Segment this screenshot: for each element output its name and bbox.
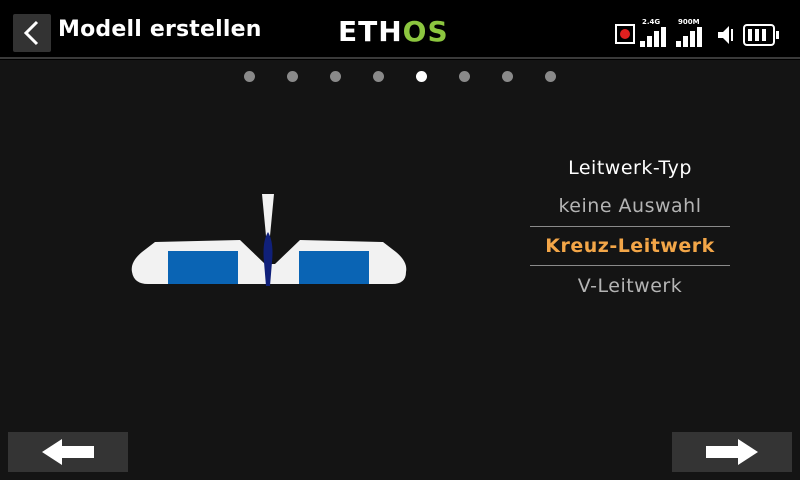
left-elevator <box>168 251 238 284</box>
step-dot-2[interactable] <box>287 71 298 82</box>
step-dot-7[interactable] <box>502 71 513 82</box>
logo-text-right: OS <box>402 15 449 48</box>
vertical-fin <box>262 194 274 236</box>
signal-900m-icon <box>676 27 702 47</box>
logo-text-left: ETH <box>338 15 403 48</box>
record-icon <box>615 24 635 44</box>
ethos-logo: ETHOS <box>338 15 449 48</box>
next-button[interactable] <box>672 432 792 472</box>
battery-icon <box>743 24 779 46</box>
arrow-right-icon <box>706 439 758 465</box>
chevron-left-icon <box>23 20 39 46</box>
step-dot-6[interactable] <box>459 71 470 82</box>
step-dot-1[interactable] <box>244 71 255 82</box>
right-elevator <box>299 251 369 284</box>
speaker-muted-icon <box>718 26 733 44</box>
back-button[interactable] <box>13 14 51 52</box>
signal-2g4-icon <box>640 27 666 47</box>
signal-900m-label: 900M <box>678 18 700 26</box>
tail-type-heading: Leitwerk-Typ <box>568 157 692 179</box>
previous-button[interactable] <box>8 432 128 472</box>
option-kreuz-leitwerk[interactable]: Kreuz-Leitwerk <box>530 226 730 266</box>
step-dot-3[interactable] <box>330 71 341 82</box>
top-bar: Modell erstellen ETHOS 2.4G 900M <box>0 0 800 60</box>
tail-type-selector: Leitwerk-Typ keine Auswahl Kreuz-Leitwer… <box>530 150 730 306</box>
tail-illustration <box>131 194 407 286</box>
status-area: 2.4G 900M <box>612 14 792 50</box>
step-dot-8[interactable] <box>545 71 556 82</box>
option-keine-auswahl[interactable]: keine Auswahl <box>530 186 730 226</box>
page-title: Modell erstellen <box>58 17 262 42</box>
step-dot-5[interactable] <box>416 71 427 82</box>
signal-2g4-label: 2.4G <box>642 18 661 26</box>
wizard-step-indicator <box>0 70 800 84</box>
arrow-left-icon <box>42 439 94 465</box>
header-divider <box>0 57 800 59</box>
option-v-leitwerk[interactable]: V-Leitwerk <box>530 266 730 306</box>
step-dot-4[interactable] <box>373 71 384 82</box>
